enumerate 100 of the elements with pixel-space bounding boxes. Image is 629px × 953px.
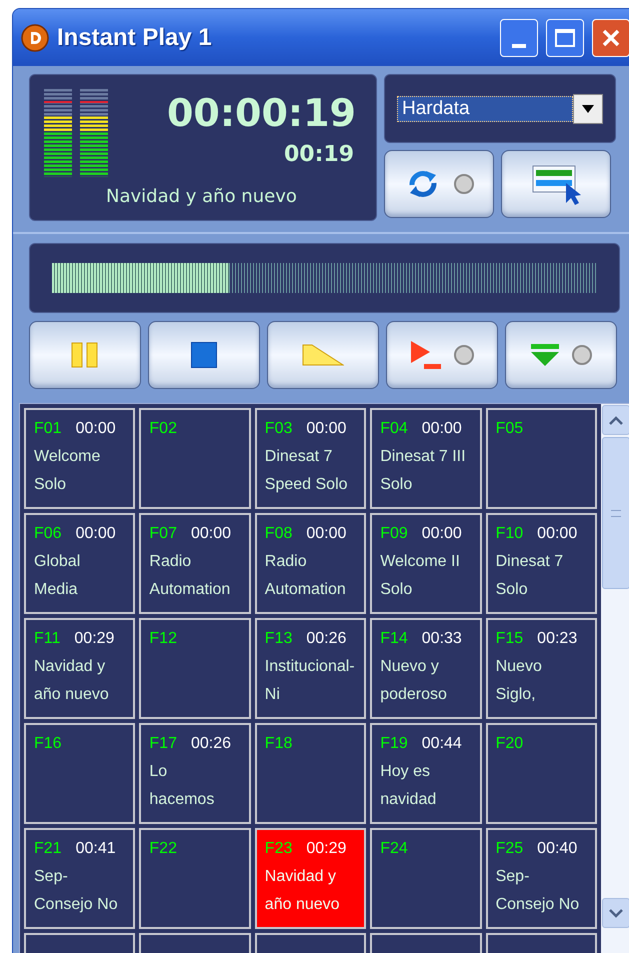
slot-key: F23 bbox=[264, 839, 292, 859]
cart-slot[interactable]: F22 bbox=[139, 828, 251, 929]
slot-key: F17 bbox=[149, 734, 177, 754]
maximize-button[interactable] bbox=[546, 18, 584, 56]
cart-slot[interactable]: F17 00:26 Lo hacemos bbox=[139, 723, 251, 824]
play-triangle-icon bbox=[410, 340, 442, 370]
slot-key: F11 bbox=[34, 629, 60, 649]
cart-slot[interactable]: F20 bbox=[486, 723, 597, 824]
cart-slot[interactable]: F09 00:00 Welcome II Solo bbox=[370, 513, 482, 614]
cart-slot[interactable]: F16 bbox=[24, 723, 136, 824]
slot-key: F10 bbox=[496, 524, 524, 544]
cart-slot[interactable]: F05 bbox=[486, 408, 597, 509]
select-button[interactable] bbox=[501, 150, 611, 218]
slot-key: F24 bbox=[380, 839, 408, 859]
slot-duration: 00:29 bbox=[74, 629, 114, 649]
scroll-down-button[interactable] bbox=[602, 898, 629, 928]
play-next-button[interactable] bbox=[386, 321, 498, 389]
cart-slot[interactable]: F12 bbox=[139, 618, 251, 719]
slot-key: F12 bbox=[149, 629, 177, 649]
cart-slot[interactable]: F23 00:29 Navidad y año nuevo bbox=[254, 828, 366, 929]
slot-title: Global Media bbox=[34, 552, 82, 600]
slot-title: Lo hacemos bbox=[149, 762, 216, 810]
slot-title: Sep- Consejo No bbox=[34, 867, 119, 915]
slot-key: F06 bbox=[34, 524, 62, 544]
pause-icon bbox=[71, 342, 99, 368]
scrollbar[interactable] bbox=[601, 404, 629, 953]
slot-key: F14 bbox=[380, 629, 408, 649]
slot-duration: 00:41 bbox=[76, 839, 116, 859]
track-title: Navidad y año nuevo bbox=[106, 185, 297, 209]
stop-square-icon bbox=[191, 342, 217, 368]
slot-title: Welcome Solo bbox=[34, 447, 102, 495]
cart-slot[interactable]: F21 00:41 Sep- Consejo No bbox=[24, 828, 136, 929]
cart-slot[interactable]: F15 00:23 Nuevo Siglo, bbox=[486, 618, 597, 719]
slot-key: F25 bbox=[496, 839, 524, 859]
slot-title: Nuevo y poderoso bbox=[380, 657, 448, 705]
slot-key: F21 bbox=[34, 839, 62, 859]
close-icon bbox=[601, 28, 621, 48]
slot-title: Dinesat 7 Solo bbox=[496, 552, 564, 600]
slot-duration: 00:44 bbox=[422, 734, 462, 754]
cart-slot[interactable]: F10 00:00 Dinesat 7 Solo bbox=[486, 513, 597, 614]
cart-slot[interactable]: F19 00:44 Hoy es navidad bbox=[370, 723, 482, 824]
cart-slot[interactable]: F13 00:26 Institucional- Ni bbox=[254, 618, 366, 719]
cart-slot[interactable]: F18 bbox=[254, 723, 366, 824]
slot-duration: 00:26 bbox=[306, 629, 346, 649]
peak-marker bbox=[44, 101, 72, 104]
slot-key: F09 bbox=[380, 524, 408, 544]
fade-button[interactable] bbox=[267, 321, 379, 389]
slot-title: Sep- Consejo No bbox=[496, 867, 580, 915]
slot-key: F03 bbox=[264, 419, 292, 439]
slot-title: Welcome II Solo bbox=[380, 552, 461, 600]
slot-key: F16 bbox=[34, 734, 62, 754]
slot-key: F07 bbox=[149, 524, 177, 544]
remaining-time: 00:19 bbox=[284, 141, 354, 169]
cart-slot[interactable]: F03 00:00 Dinesat 7 Speed Solo bbox=[254, 408, 366, 509]
slot-duration: 00:00 bbox=[190, 524, 232, 544]
cart-slot[interactable]: F06 00:00 Global Media bbox=[24, 513, 136, 614]
slot-key: F05 bbox=[496, 419, 524, 439]
stop-button[interactable] bbox=[148, 321, 260, 389]
minimize-button[interactable] bbox=[500, 18, 538, 56]
cart-slot[interactable]: F14 00:33 Nuevo y poderoso bbox=[370, 618, 482, 719]
slot-duration: 00:00 bbox=[422, 419, 462, 439]
scroll-up-button[interactable] bbox=[602, 405, 629, 435]
cart-slot[interactable]: F08 00:00 Radio Automation bbox=[254, 513, 366, 614]
cart-slot[interactable]: F02 bbox=[139, 408, 251, 509]
scroll-thumb[interactable] bbox=[602, 437, 629, 589]
cart-slot[interactable]: F25 00:40 Sep- Consejo No bbox=[486, 828, 597, 929]
slot-duration: 00:00 bbox=[422, 524, 462, 544]
slot-duration: 00:00 bbox=[537, 524, 578, 544]
slot-title: Radio Automation bbox=[149, 552, 232, 600]
list-cursor-icon bbox=[530, 163, 582, 205]
slot-duration: 00:00 bbox=[306, 419, 346, 439]
cart-slot[interactable]: F11 00:29 Navidad y año nuevo bbox=[24, 618, 136, 719]
source-dropdown[interactable]: Hardata bbox=[397, 94, 603, 124]
loop-button[interactable] bbox=[384, 150, 494, 218]
slot-duration: 00:26 bbox=[190, 734, 232, 754]
down-arrow-icon bbox=[530, 343, 560, 367]
slot-title: Navidad y año nuevo bbox=[34, 657, 110, 705]
elapsed-time: 00:00:19 bbox=[166, 90, 356, 137]
slot-title: Navidad y año nuevo bbox=[264, 867, 341, 915]
cart-slot[interactable]: F01 00:00 Welcome Solo bbox=[24, 408, 136, 509]
drop-button[interactable] bbox=[505, 321, 617, 389]
slot-title: Dinesat 7 Speed Solo bbox=[264, 447, 349, 495]
slot-key: F15 bbox=[496, 629, 524, 649]
pause-button[interactable] bbox=[29, 321, 141, 389]
peak-marker bbox=[80, 101, 108, 104]
cart-slot[interactable]: F04 00:00 Dinesat 7 III Solo bbox=[370, 408, 482, 509]
slot-key: F01 bbox=[34, 419, 62, 439]
cart-slot[interactable]: F07 00:00 Radio Automation bbox=[139, 513, 251, 614]
cart-slot[interactable]: F24 bbox=[370, 828, 482, 929]
slot-duration: 00:40 bbox=[537, 839, 578, 859]
slot-duration: 00:33 bbox=[422, 629, 462, 649]
slot-title: Nuevo Siglo, bbox=[496, 657, 543, 705]
slot-key: F19 bbox=[380, 734, 408, 754]
close-button[interactable] bbox=[592, 18, 629, 56]
slot-duration: 00:00 bbox=[76, 419, 116, 439]
slot-key: F02 bbox=[149, 419, 177, 439]
app-logo-icon bbox=[21, 24, 49, 52]
slot-key: F04 bbox=[380, 419, 408, 439]
slot-duration: 00:23 bbox=[537, 629, 578, 649]
slot-duration: 00:00 bbox=[76, 524, 116, 544]
